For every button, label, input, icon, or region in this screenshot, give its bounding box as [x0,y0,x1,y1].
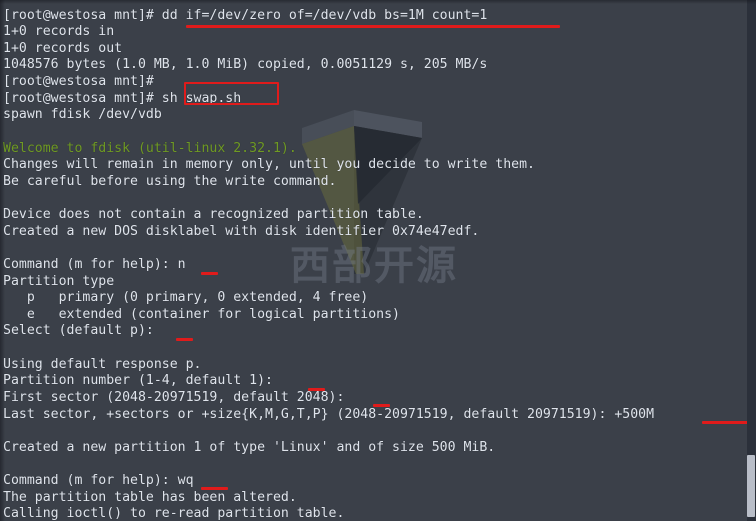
top-edge-shadow [0,0,756,4]
terminal-line: Calling ioctl() to re-read partition tab… [3,506,345,521]
down-arrow-3d-logo-icon [302,110,422,274]
terminal-line: Using default response p. [3,356,202,372]
terminal-line: First sector (2048-20971519, default 204… [3,389,345,405]
terminal-line: 1+0 records out [3,40,123,56]
terminal-line: [root@westosa mnt]# [3,74,154,90]
annotation-answer-partition-number [308,388,325,391]
annotation-answer-last-sector-500m [702,421,750,424]
terminal-line: Welcome to fdisk (util-linux 2.32.1). [3,140,297,156]
terminal-line: Partition number (1-4, default 1): [3,373,273,389]
watermark-text: 西部开源 [290,243,458,289]
terminal-line: Be careful before using the write comman… [3,173,337,189]
terminal-line: Partition type [3,273,115,289]
annotation-dd-command [186,25,560,28]
terminal-line: Select (default p): [3,323,154,339]
terminal-line: 1048576 bytes (1.0 MB, 1.0 MiB) copied, … [3,57,488,73]
terminal-line: Command (m for help): n [3,256,186,272]
terminal-line: 1+0 records in [3,24,115,40]
terminal-line: Created a new DOS disklabel with disk id… [3,223,480,239]
terminal-line: p primary (0 primary, 0 extended, 4 free… [3,290,369,306]
terminal-line: Device does not contain a recognized par… [3,207,424,223]
scrollbar-track[interactable] [747,0,756,521]
terminal-line: Changes will remain in memory only, unti… [3,157,535,173]
terminal-line: spawn fdisk /dev/vdb [3,107,162,123]
annotation-answer-wq [201,487,228,490]
terminal-line: Command (m for help): wq [3,473,194,489]
terminal-line: Last sector, +sectors or +size{K,M,G,T,P… [3,406,655,422]
terminal-line: Created a new partition 1 of type 'Linux… [3,439,496,455]
terminal-window[interactable]: 西部开源 [root@westosa mnt]# dd if=/dev/zero… [0,0,756,521]
scrollbar-thumb[interactable] [747,455,755,517]
annotation-answer-n [201,272,218,275]
terminal-line: e extended (container for logical partit… [3,306,400,322]
terminal-line: [root@westosa mnt]# dd if=/dev/zero of=/… [3,7,488,23]
annotation-answer-select-default-p [176,338,193,341]
terminal-line: The partition table has been altered. [3,489,297,505]
annotation-answer-first-sector [373,404,390,407]
annotation-sh-swap-command [184,82,279,105]
